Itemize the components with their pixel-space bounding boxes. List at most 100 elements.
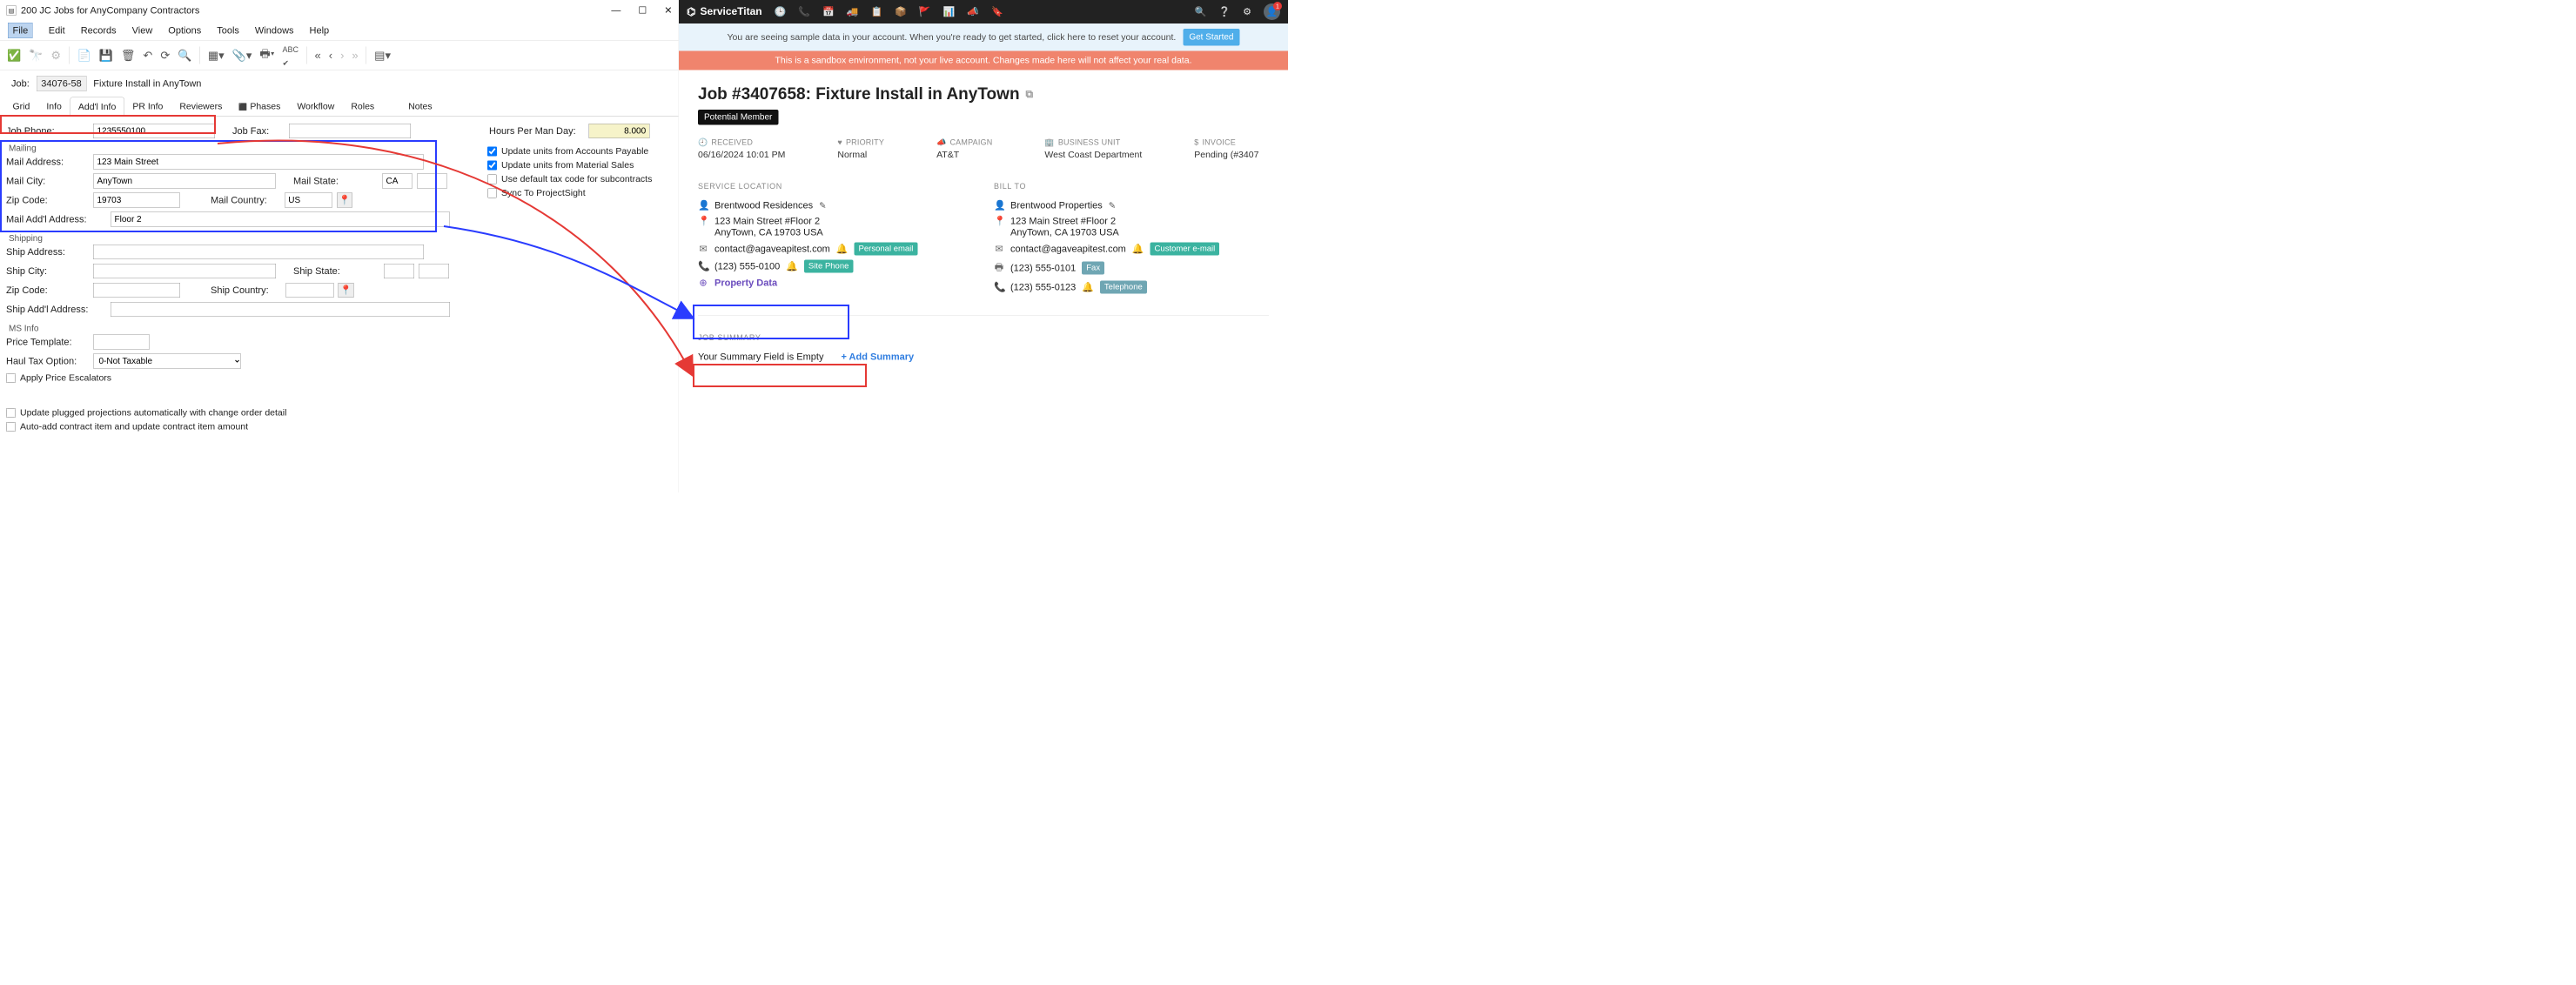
- hours-input[interactable]: [589, 124, 650, 138]
- mail-address-input[interactable]: [93, 155, 424, 170]
- ship-address-input[interactable]: [93, 245, 424, 259]
- menu-help[interactable]: Help: [310, 25, 330, 37]
- minimize-button[interactable]: —: [611, 5, 621, 17]
- new-icon[interactable]: 📄: [77, 49, 91, 63]
- haul-tax-select[interactable]: 0-Not Taxable: [93, 354, 241, 369]
- edit-svc-icon[interactable]: ✎: [819, 200, 826, 211]
- chk-units-ap[interactable]: [487, 147, 497, 157]
- chk-escalators[interactable]: [6, 373, 16, 383]
- property-data-link[interactable]: Property Data: [714, 278, 777, 289]
- truck-icon[interactable]: 🚚: [847, 6, 859, 17]
- mail-state-input[interactable]: [382, 174, 413, 189]
- check-icon[interactable]: ✅: [7, 49, 21, 63]
- calendar-icon[interactable]: 📅: [822, 6, 835, 17]
- menu-file[interactable]: File: [8, 23, 33, 38]
- menu-windows[interactable]: Windows: [255, 25, 294, 37]
- zip-input[interactable]: [93, 193, 180, 208]
- bookmark-icon[interactable]: 🔖: [991, 6, 1003, 17]
- brand[interactable]: ⌬ ServiceTitan: [687, 5, 762, 18]
- bell-icon[interactable]: 🔔: [836, 244, 849, 255]
- maximize-button[interactable]: ☐: [638, 5, 647, 17]
- chart-icon[interactable]: 📊: [943, 6, 956, 17]
- chk-autoadd[interactable]: [6, 422, 16, 432]
- ship-state-extra-input[interactable]: [419, 264, 449, 278]
- clipboard-icon[interactable]: 📋: [870, 6, 882, 17]
- tab-workflow[interactable]: Workflow: [289, 97, 343, 117]
- last-icon[interactable]: »: [352, 49, 358, 63]
- job-phone-input[interactable]: [93, 124, 215, 138]
- save-icon[interactable]: 💾: [99, 49, 113, 63]
- bill-email[interactable]: contact@agaveapitest.com: [1010, 244, 1126, 255]
- megaphone-icon[interactable]: 📣: [967, 6, 979, 17]
- price-template-input[interactable]: [93, 335, 150, 350]
- map-pin-icon[interactable]: 📍: [337, 193, 352, 208]
- bell-icon[interactable]: 🔔: [1082, 282, 1094, 293]
- phone-icon[interactable]: 📞: [798, 6, 810, 17]
- ship-addl-input[interactable]: [111, 302, 450, 317]
- avatar[interactable]: 👤: [1264, 3, 1280, 20]
- get-started-button[interactable]: Get Started: [1183, 29, 1239, 46]
- first-icon[interactable]: «: [315, 49, 321, 63]
- mail-state-extra-input[interactable]: [417, 174, 447, 189]
- ship-map-pin-icon[interactable]: 📍: [339, 283, 354, 298]
- spellcheck-icon[interactable]: ABC✔: [283, 42, 299, 69]
- mail-addl-input[interactable]: [111, 212, 450, 227]
- clock-icon[interactable]: 🕒: [775, 6, 787, 17]
- ship-country-input[interactable]: [286, 283, 334, 298]
- settings-icon[interactable]: ⚙: [1243, 6, 1251, 17]
- help-icon[interactable]: ❔: [1218, 6, 1231, 17]
- grid-icon[interactable]: ▦▾: [208, 49, 225, 63]
- tab-phases[interactable]: Phases: [231, 97, 289, 117]
- menu-records[interactable]: Records: [81, 25, 117, 37]
- flag-icon[interactable]: 🚩: [919, 6, 931, 17]
- tab-reviewers[interactable]: Reviewers: [171, 97, 231, 117]
- menu-edit[interactable]: Edit: [49, 25, 65, 37]
- prev-icon[interactable]: ‹: [329, 49, 332, 63]
- bill-phone[interactable]: (123) 555-0123: [1010, 282, 1076, 293]
- box-icon[interactable]: 📦: [895, 6, 907, 17]
- job-fax-input[interactable]: [289, 124, 411, 138]
- attach-icon[interactable]: 📎▾: [232, 49, 252, 63]
- undo-icon[interactable]: ↶: [143, 49, 152, 63]
- tab-info[interactable]: Info: [38, 97, 70, 117]
- mail-country-input[interactable]: [285, 193, 332, 208]
- chk-default-tax[interactable]: [487, 175, 497, 184]
- search-icon[interactable]: 🔍: [178, 49, 191, 63]
- close-button[interactable]: ✕: [664, 5, 672, 17]
- invoice-icon: $: [1194, 138, 1198, 148]
- copy-icon[interactable]: ⧉: [1026, 88, 1034, 100]
- mail-city-input[interactable]: [93, 174, 276, 189]
- list-icon[interactable]: ▤▾: [374, 49, 391, 63]
- svc-phone[interactable]: (123) 555-0100: [714, 261, 780, 272]
- tab-pr-info[interactable]: PR Info: [124, 97, 171, 117]
- next-icon[interactable]: ›: [340, 49, 344, 63]
- menu-options[interactable]: Options: [168, 25, 201, 37]
- ship-zip-input[interactable]: [93, 283, 180, 298]
- svc-email[interactable]: contact@agaveapitest.com: [714, 244, 830, 255]
- job-id[interactable]: 34076-58: [37, 76, 86, 91]
- add-summary-link[interactable]: + Add Summary: [841, 352, 914, 363]
- delete-icon[interactable]: 🗑: [121, 49, 136, 63]
- tab-notes[interactable]: Notes: [400, 97, 440, 117]
- edit-bill-icon[interactable]: ✎: [1109, 200, 1116, 211]
- bell-icon[interactable]: 🔔: [786, 261, 798, 272]
- bell-icon[interactable]: 🔔: [1132, 244, 1144, 255]
- gear-icon[interactable]: ⚙: [50, 49, 61, 63]
- refresh-icon[interactable]: ⟳: [160, 49, 170, 63]
- chk-update-proj[interactable]: [6, 408, 16, 418]
- binoculars-icon[interactable]: 🔭: [29, 49, 43, 63]
- svc-email-tag: Personal email: [855, 243, 918, 256]
- print-icon[interactable]: 🖶▾: [259, 46, 274, 65]
- chk-sync[interactable]: [487, 189, 497, 198]
- tab-addl-info[interactable]: Add'l Info: [70, 97, 124, 117]
- ship-city-input[interactable]: [93, 264, 276, 278]
- email-icon: ✉: [994, 244, 1004, 255]
- tab-grid[interactable]: Grid: [4, 97, 38, 117]
- chk-units-ms[interactable]: [487, 161, 497, 171]
- menu-tools[interactable]: Tools: [217, 25, 239, 37]
- ship-state-input[interactable]: [384, 264, 414, 278]
- search-icon[interactable]: 🔍: [1195, 6, 1207, 17]
- tab-roles[interactable]: Roles: [343, 97, 383, 117]
- bill-fax[interactable]: (123) 555-0101: [1010, 263, 1076, 274]
- menu-view[interactable]: View: [132, 25, 153, 37]
